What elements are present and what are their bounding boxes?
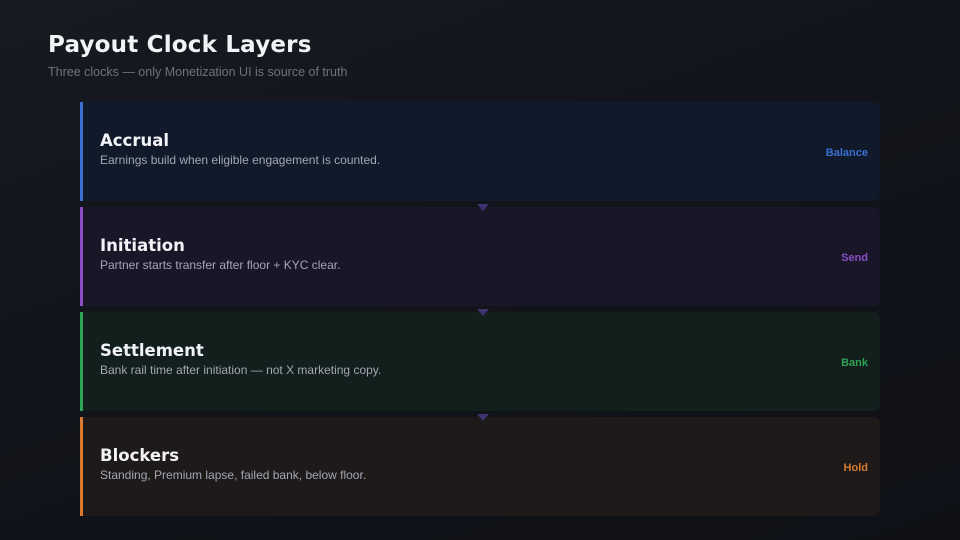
- layer-description: Partner starts transfer after floor + KY…: [100, 258, 341, 272]
- layer-title: Initiation: [100, 236, 185, 255]
- layer-tag-bank: Bank: [841, 357, 868, 369]
- layer-accrual: Accrual Earnings build when eligible eng…: [80, 102, 880, 211]
- layer-blockers: Blockers Standing, Premium lapse, failed…: [80, 417, 880, 516]
- page-title: Payout Clock Layers: [48, 32, 312, 58]
- layer-title: Settlement: [100, 341, 204, 360]
- layer-tag-send: Send: [841, 252, 868, 264]
- layer-description: Bank rail time after initiation — not X …: [100, 363, 382, 377]
- connector-arrow-icon: [477, 204, 489, 211]
- connector-arrow-icon: [477, 414, 489, 421]
- layer-initiation: Initiation Partner starts transfer after…: [80, 207, 880, 316]
- layer-description: Earnings build when eligible engagement …: [100, 153, 381, 167]
- layer-settlement: Settlement Bank rail time after initiati…: [80, 312, 880, 421]
- page-subtitle: Three clocks — only Monetization UI is s…: [48, 65, 348, 79]
- connector-arrow-icon: [477, 309, 489, 316]
- layer-tag-balance: Balance: [825, 147, 868, 159]
- layer-title: Accrual: [100, 131, 170, 150]
- layer-title: Blockers: [100, 446, 180, 465]
- layer-tag-hold: Hold: [843, 462, 868, 474]
- clock-layers-stack: Accrual Earnings build when eligible eng…: [80, 102, 880, 516]
- layer-description: Standing, Premium lapse, failed bank, be…: [100, 468, 367, 482]
